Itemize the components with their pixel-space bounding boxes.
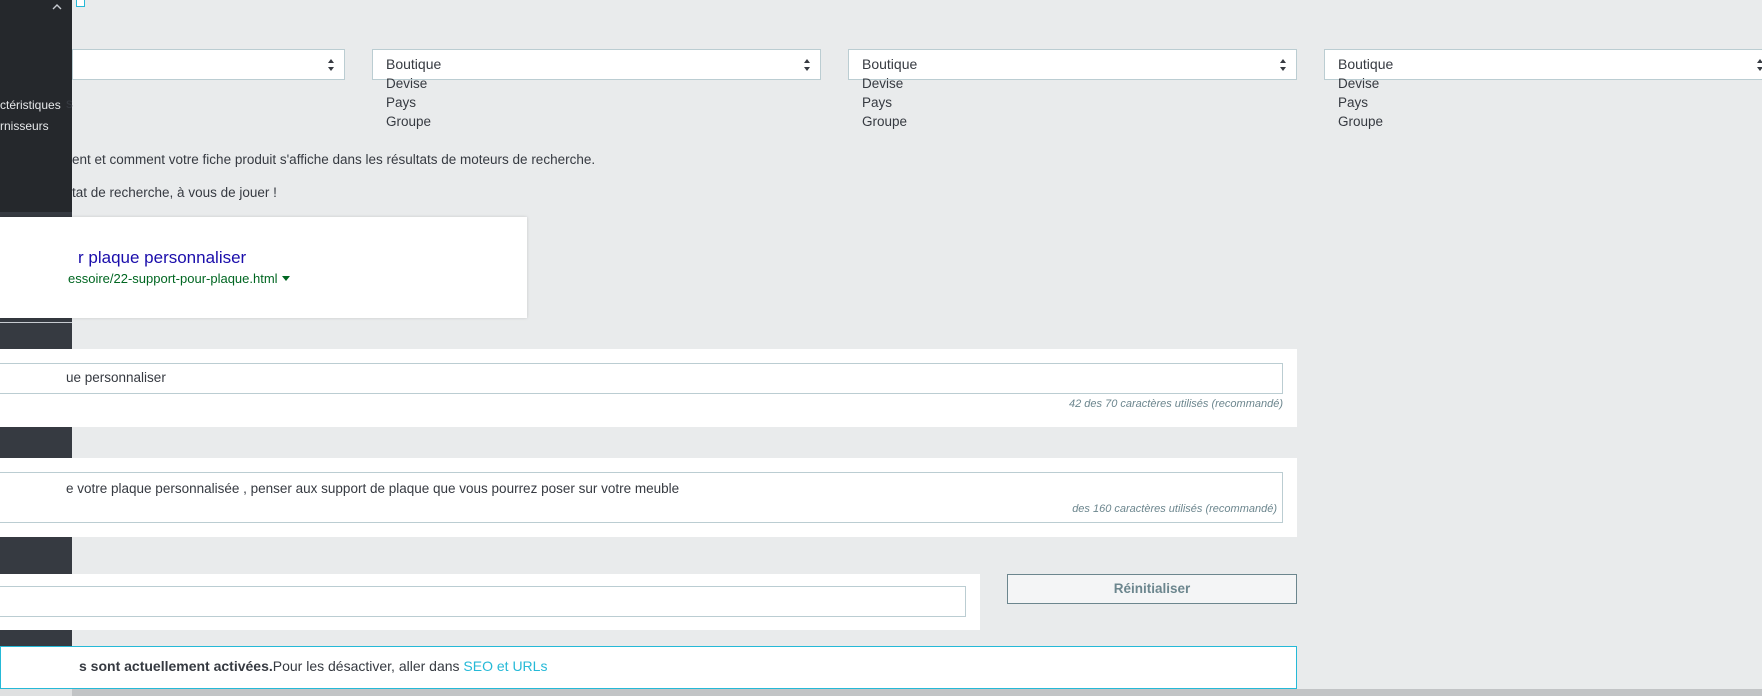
condition-options: Devise Pays Groupe [386,74,431,131]
meta-title-counter: 42 des 70 caractères utilisés (recommand… [1069,398,1283,410]
option-groupe[interactable]: Groupe [386,112,431,131]
sidebar-item-fournisseurs[interactable]: rnisseurs [0,119,49,133]
friendly-url-input[interactable] [0,586,966,617]
sort-arrows-icon [1280,59,1286,71]
shop-select[interactable]: Boutique [372,49,821,80]
shop-select[interactable]: Boutique [848,49,1297,80]
meta-description-counter: des 160 caractères utilisés (recommandé) [1072,503,1277,515]
option-groupe[interactable]: Groupe [1338,112,1383,131]
option-pays[interactable]: Pays [862,93,907,112]
option-devise[interactable]: Devise [1338,74,1383,93]
alert-bold-text: s sont actuellement activées. [79,658,273,674]
serp-preview: r plaque personnaliser essoire/22-suppor… [0,217,527,318]
option-devise[interactable]: Devise [386,74,431,93]
meta-title-input[interactable]: ue personnaliser [0,363,1283,394]
friendly-url-alert: s sont actuellement activées.Pour les dé… [0,646,1297,689]
option-groupe[interactable]: Groupe [862,112,907,131]
serp-preview-title: r plaque personnaliser [78,248,247,267]
sort-arrows-icon [804,59,810,71]
select-value: Boutique [862,56,918,72]
condition-options: Devise Pays Groupe [1338,74,1383,131]
sort-arrows-icon [1757,59,1762,71]
chevron-up-icon[interactable] [52,2,62,12]
shop-select[interactable]: Boutique [1324,49,1762,80]
option-devise[interactable]: Devise [862,74,907,93]
sort-arrows-icon [328,59,334,71]
select-value: Boutique [386,56,442,72]
alert-text: Pour les désactiver, aller dans [272,658,464,674]
reset-url-button[interactable]: Réinitialiser [1007,574,1297,604]
seo-intro-text: ent et comment votre fiche produit s'aff… [72,152,596,167]
caret-down-icon [281,276,290,281]
serp-preview-url: essoire/22-support-pour-plaque.html [68,271,290,286]
option-fragment: s [66,96,73,111]
option-pays[interactable]: Pays [386,93,431,112]
select-value: Boutique [1338,56,1394,72]
condition-options: Devise Pays Groupe [862,74,907,131]
seo-urls-link[interactable]: SEO et URLs [463,658,547,674]
sidebar-divider [0,322,72,323]
checkbox-icon[interactable] [76,0,85,7]
meta-description-input[interactable]: e votre plaque personnalisée , penser au… [0,472,1283,523]
shop-select[interactable] [72,49,345,80]
seo-intro-text-2: tat de recherche, à vous de jouer ! [72,185,277,200]
sidebar-item-caracteristiques[interactable]: ctéristiques [0,98,61,112]
horizontal-scrollbar[interactable] [0,689,1762,696]
scrollbar-track [0,689,72,696]
option-pays[interactable]: Pays [1338,93,1383,112]
serp-url-text: essoire/22-support-pour-plaque.html [68,271,278,286]
